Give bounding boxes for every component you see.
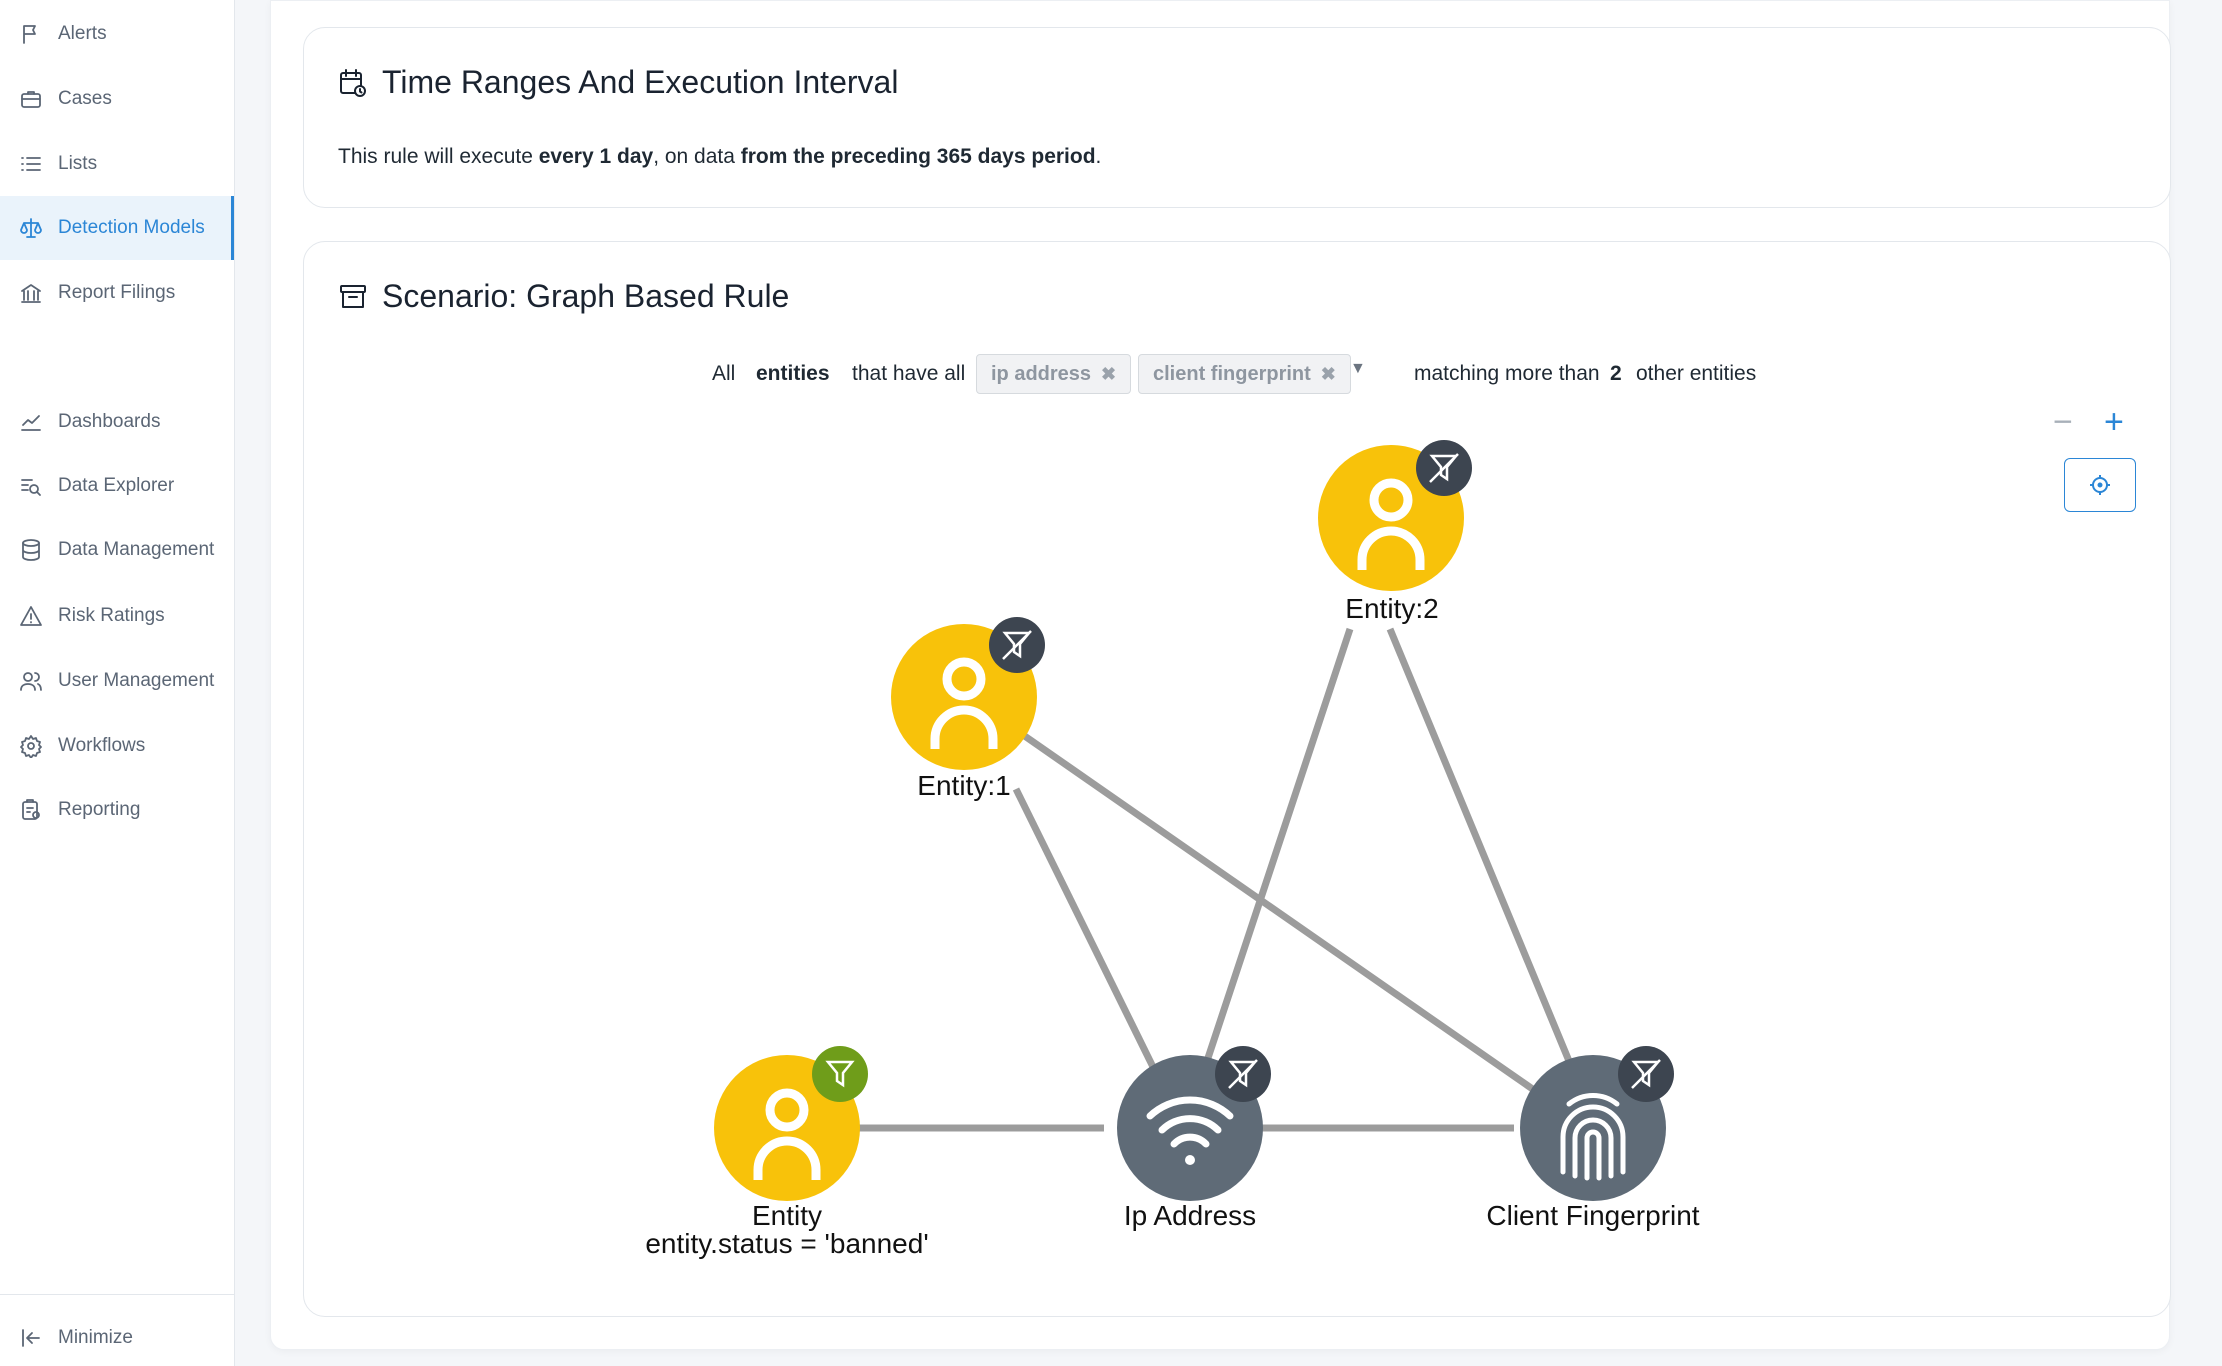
sidebar-item-workflows[interactable]: Workflows: [0, 714, 234, 778]
sidebar-item-label: Lists: [58, 153, 98, 174]
node-label: Entity: [752, 1200, 822, 1231]
minimize-button[interactable]: Minimize: [0, 1306, 234, 1366]
sidebar-item-alerts[interactable]: Alerts: [0, 2, 234, 66]
sidebar-item-label: User Management: [58, 670, 215, 691]
node-label: Entity:1: [917, 770, 1010, 801]
graph-canvas[interactable]: Entity:2 Entity:1 Entity entity.status =…: [304, 242, 2172, 1318]
time-ranges-panel: Time Ranges And Execution Interval This …: [303, 27, 2171, 208]
edge-entity2-fingerprint: [1386, 627, 1573, 1063]
scale-icon: [18, 215, 44, 241]
sidebar-item-data-management[interactable]: Data Management: [0, 518, 234, 582]
users-icon: [18, 668, 44, 694]
sidebar-item-label: Report Filings: [58, 282, 176, 303]
time-ranges-title: Time Ranges And Execution Interval: [338, 64, 898, 101]
scenario-panel: Scenario: Graph Based Rule All entities …: [303, 241, 2171, 1317]
sidebar-item-label: Cases: [58, 88, 112, 109]
graph-node-entity1[interactable]: Entity:1: [891, 617, 1045, 801]
edge-entity1-ip: [1012, 787, 1159, 1073]
filter-off-icon: [1215, 1046, 1271, 1102]
briefcase-icon: [18, 86, 44, 112]
node-sublabel: entity.status = 'banned': [645, 1228, 928, 1259]
sidebar-item-data-explorer[interactable]: Data Explorer: [0, 454, 234, 518]
flag-icon: [18, 21, 44, 47]
collapse-left-icon: [18, 1325, 44, 1351]
sidebar-item-label: Risk Ratings: [58, 605, 165, 626]
warning-icon: [18, 603, 44, 629]
minimize-label: Minimize: [58, 1327, 133, 1348]
sidebar-item-label: Dashboards: [58, 411, 161, 432]
sidebar-item-detection-models[interactable]: Detection Models: [0, 196, 234, 260]
sidebar-item-cases[interactable]: Cases: [0, 67, 234, 131]
node-label: Client Fingerprint: [1486, 1200, 1699, 1231]
sidebar-item-label: Reporting: [58, 799, 141, 820]
edge-entity2-ip: [1203, 627, 1354, 1063]
sidebar-item-label: Alerts: [58, 23, 107, 44]
sidebar-item-label: Workflows: [58, 735, 146, 756]
database-icon: [18, 537, 44, 563]
sidebar-item-dashboards[interactable]: Dashboards: [0, 390, 234, 454]
calendar-clock-icon: [338, 68, 368, 98]
graph-node-client-fingerprint[interactable]: Client Fingerprint: [1486, 1046, 1700, 1231]
sidebar-item-label: Data Explorer: [58, 475, 175, 496]
graph-node-entity2[interactable]: Entity:2: [1318, 440, 1472, 624]
edge-entity1-fingerprint: [1014, 727, 1559, 1109]
sidebar-divider: [0, 1294, 234, 1295]
gear-icon: [18, 733, 44, 759]
sidebar: Alerts Cases Lists Detection Models Repo…: [0, 0, 235, 1366]
sidebar-item-risk-ratings[interactable]: Risk Ratings: [0, 584, 234, 648]
graph-node-ip-address[interactable]: Ip Address: [1117, 1046, 1271, 1231]
sidebar-item-user-management[interactable]: User Management: [0, 649, 234, 713]
sidebar-item-lists[interactable]: Lists: [0, 132, 234, 196]
main-content: Time Ranges And Execution Interval This …: [270, 0, 2171, 1350]
execution-description: This rule will execute every 1 day, on d…: [338, 145, 1102, 168]
clipboard-icon: [18, 797, 44, 823]
filter-off-icon: [989, 617, 1045, 673]
line-chart-icon: [18, 409, 44, 435]
filter-off-icon: [1416, 440, 1472, 496]
search-list-icon: [18, 473, 44, 499]
bank-icon: [18, 280, 44, 306]
graph-node-entity[interactable]: Entity entity.status = 'banned': [645, 1046, 929, 1259]
sidebar-item-label: Data Management: [58, 539, 215, 560]
node-label: Ip Address: [1124, 1200, 1256, 1231]
sidebar-item-label: Detection Models: [58, 217, 205, 238]
sidebar-item-report-filings[interactable]: Report Filings: [0, 261, 234, 325]
node-label: Entity:2: [1345, 593, 1438, 624]
list-icon: [18, 151, 44, 177]
filter-off-icon: [1618, 1046, 1674, 1102]
sidebar-item-reporting[interactable]: Reporting: [0, 778, 234, 842]
filter-icon: [812, 1046, 868, 1102]
